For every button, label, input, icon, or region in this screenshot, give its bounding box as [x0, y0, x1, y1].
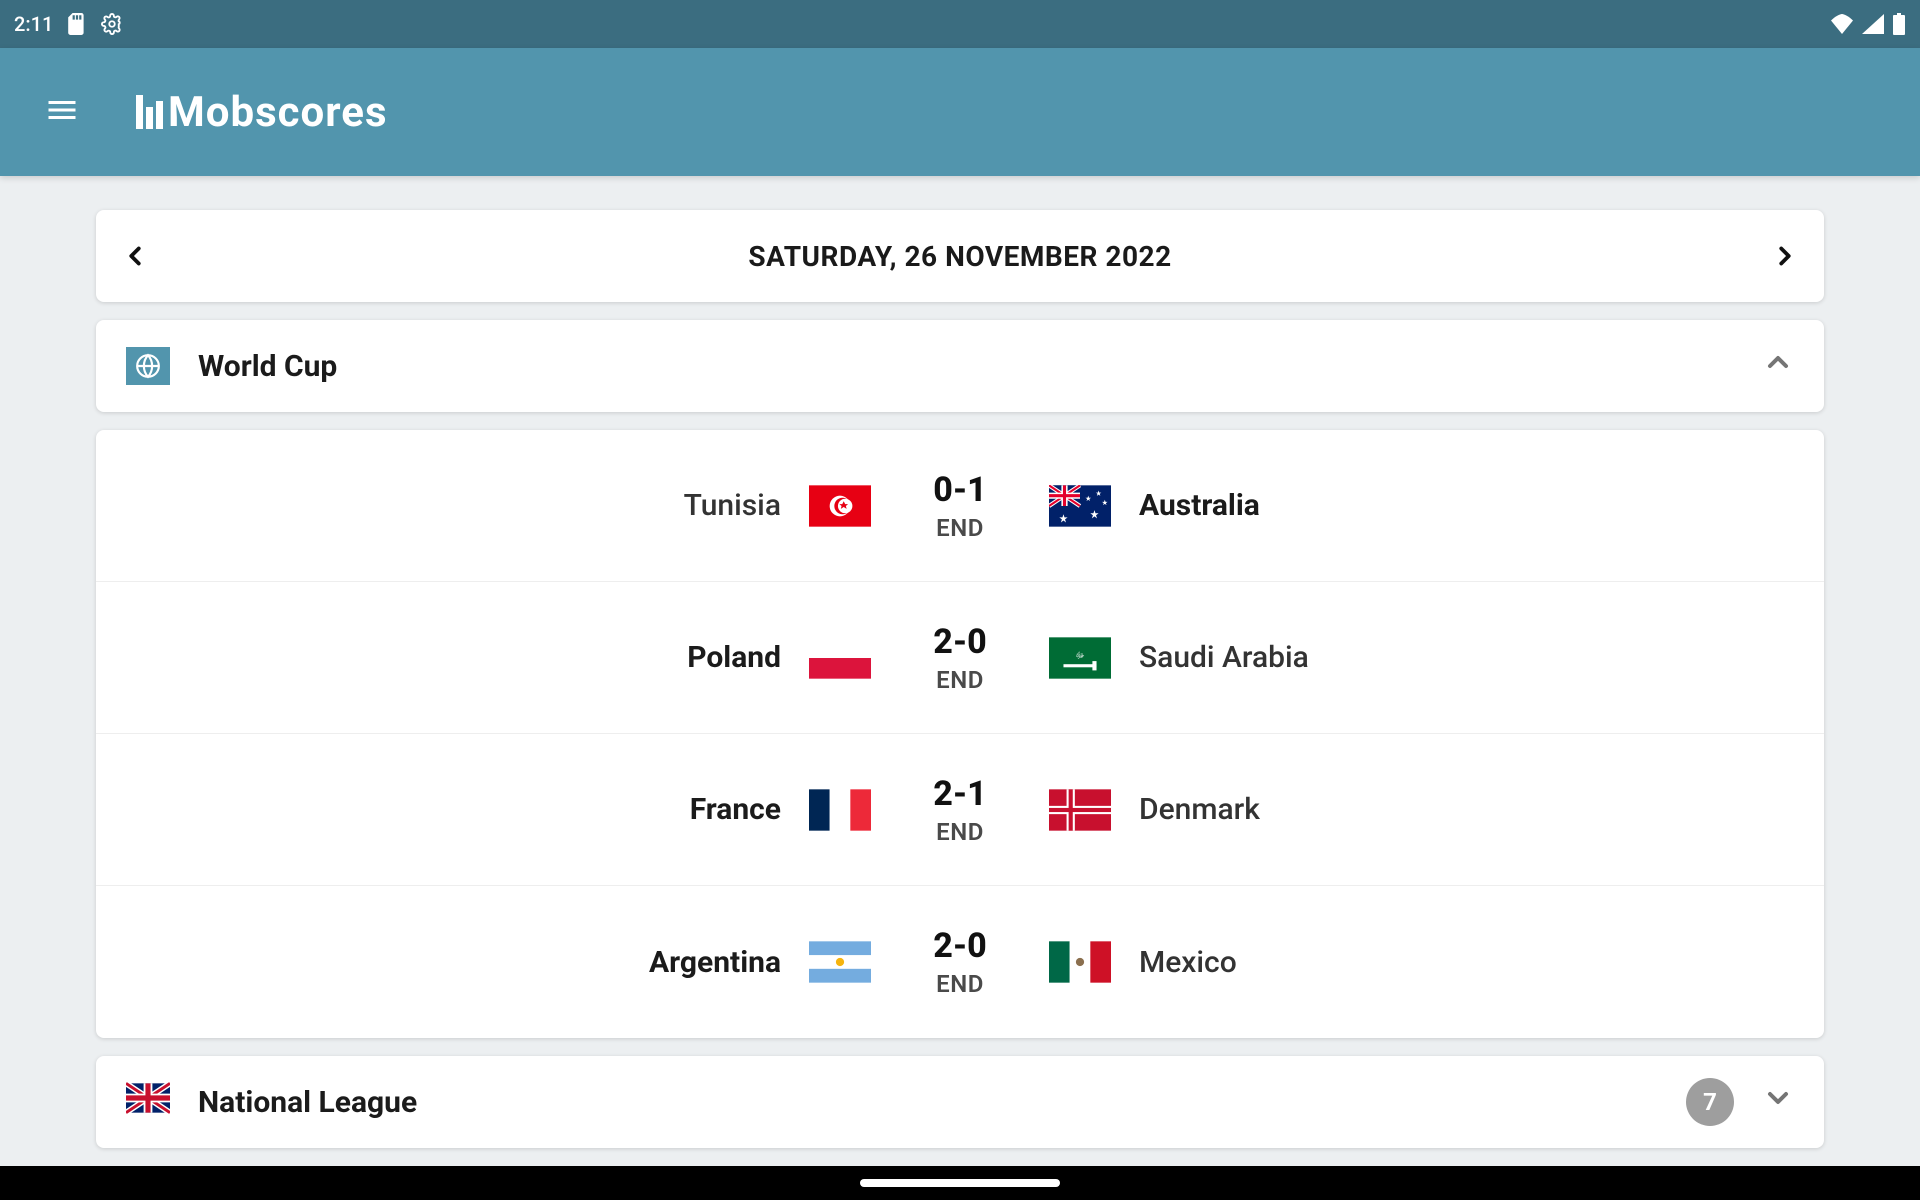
app-name: Mobscores [168, 88, 388, 137]
match-row[interactable]: Argentina 2-0 END Mexico [96, 886, 1824, 1038]
competition-title: National League [198, 1085, 1658, 1120]
home-flag-icon [805, 941, 875, 983]
home-team-name: France [96, 792, 805, 827]
match-row[interactable]: Tunisia 0-1 END Australia [96, 430, 1824, 582]
sd-card-icon [67, 13, 87, 35]
home-pill[interactable] [860, 1179, 1060, 1187]
match-row[interactable]: France 2-1 END Denmark [96, 734, 1824, 886]
away-flag-icon [1045, 485, 1115, 527]
app-bar: Mobscores [0, 48, 1920, 176]
match-status: END [875, 514, 1045, 542]
logo-bars-icon [136, 95, 163, 129]
match-status: END [875, 970, 1045, 998]
away-flag-icon [1045, 789, 1115, 831]
away-team-name: Denmark [1115, 792, 1824, 827]
svg-text:ﷻ: ﷻ [1075, 651, 1084, 660]
settings-gear-icon [101, 13, 123, 35]
match-list-world-cup: Tunisia 0-1 END Australia Poland 2-0 END [96, 430, 1824, 1038]
away-team-name: Saudi Arabia [1115, 640, 1824, 675]
competition-title: World Cup [198, 349, 1734, 384]
wifi-icon [1830, 14, 1854, 34]
score-value: 2-0 [875, 926, 1045, 966]
score-block: 2-0 END [875, 926, 1045, 998]
home-flag-icon [805, 485, 875, 527]
date-next-button[interactable] [1770, 241, 1800, 271]
hamburger-menu-icon[interactable] [44, 92, 80, 132]
android-navigation-bar [0, 1166, 1920, 1200]
status-clock: 2:11 [14, 12, 53, 36]
home-team-name: Tunisia [96, 488, 805, 523]
competition-header-national-league[interactable]: National League 7 [96, 1056, 1824, 1148]
flag-gb-icon [126, 1082, 170, 1122]
away-flag-icon [1045, 941, 1115, 983]
score-value: 0-1 [875, 470, 1045, 510]
chevron-down-icon[interactable] [1762, 1082, 1794, 1122]
match-count-badge: 7 [1686, 1078, 1734, 1126]
match-status: END [875, 818, 1045, 846]
android-status-bar: 2:11 [0, 0, 1920, 48]
home-flag-icon [805, 637, 875, 679]
status-right [1830, 13, 1906, 35]
away-team-name: Australia [1115, 488, 1824, 523]
battery-icon [1892, 13, 1906, 35]
home-flag-icon [805, 789, 875, 831]
cellular-icon [1862, 14, 1884, 34]
status-left: 2:11 [14, 12, 123, 36]
away-flag-icon: ﷻ [1045, 637, 1115, 679]
score-value: 2-0 [875, 622, 1045, 662]
score-block: 2-1 END [875, 774, 1045, 846]
home-team-name: Poland [96, 640, 805, 675]
globe-icon [126, 347, 170, 385]
date-prev-button[interactable] [120, 241, 150, 271]
score-block: 0-1 END [875, 470, 1045, 542]
home-team-name: Argentina [96, 945, 805, 980]
content-area: SATURDAY, 26 NOVEMBER 2022 World Cup Tun… [0, 176, 1920, 1148]
match-row[interactable]: Poland 2-0 END ﷻ Saudi Arabia [96, 582, 1824, 734]
chevron-up-icon[interactable] [1762, 346, 1794, 386]
competition-header-world-cup[interactable]: World Cup [96, 320, 1824, 412]
away-team-name: Mexico [1115, 945, 1824, 980]
score-block: 2-0 END [875, 622, 1045, 694]
date-label: SATURDAY, 26 NOVEMBER 2022 [748, 240, 1171, 273]
date-navigator: SATURDAY, 26 NOVEMBER 2022 [96, 210, 1824, 302]
score-value: 2-1 [875, 774, 1045, 814]
match-status: END [875, 666, 1045, 694]
app-logo[interactable]: Mobscores [136, 88, 388, 137]
